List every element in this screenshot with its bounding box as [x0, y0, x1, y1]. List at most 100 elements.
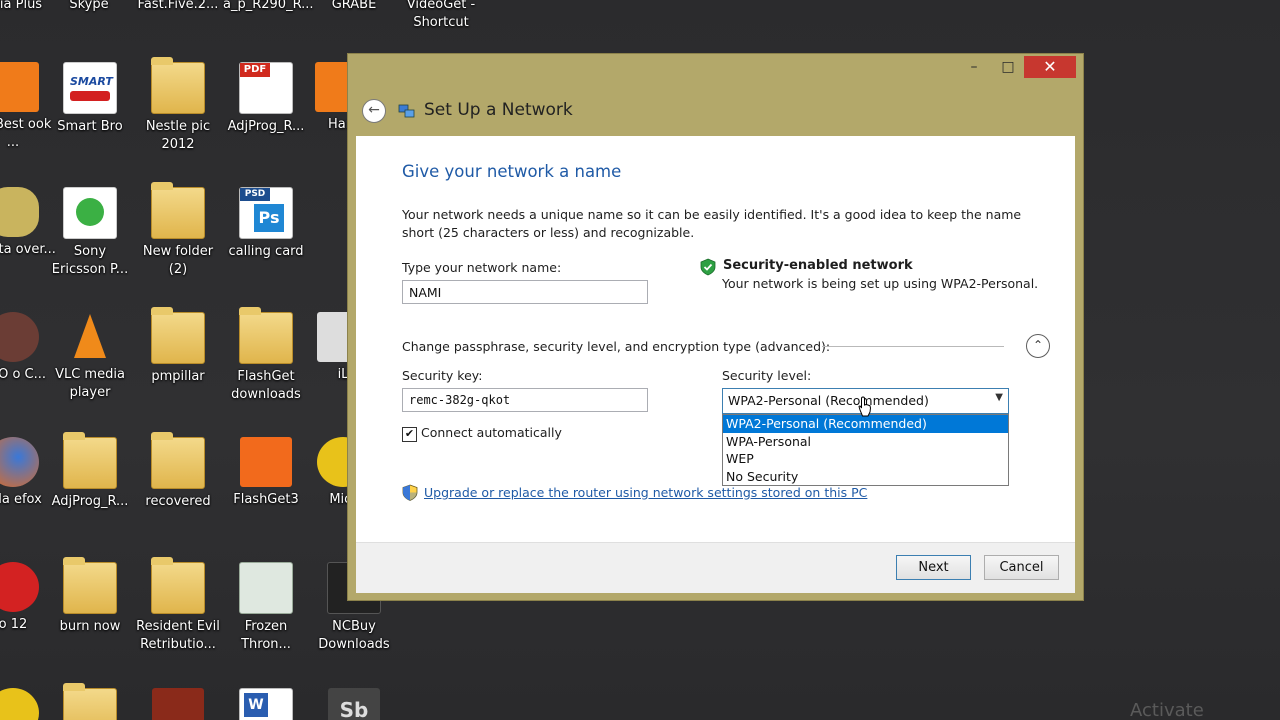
- desktop-icon-word[interactable]: W: [223, 688, 309, 720]
- vlc-icon: [64, 312, 116, 362]
- desktop-icon-label: GRABE: [331, 0, 377, 12]
- green-logo: [76, 198, 104, 226]
- desktop-icon-label: Nestle pic 2012: [145, 119, 211, 152]
- close-button[interactable]: ✕: [1024, 56, 1076, 78]
- folder-icon: [151, 557, 205, 614]
- ps-logo: Ps: [254, 204, 284, 232]
- desktop-icon-folder[interactable]: recovered: [135, 432, 221, 511]
- security-note-title: Security-enabled network: [723, 258, 913, 273]
- desktop-icon-folder[interactable]: burn now: [47, 557, 133, 636]
- desktop-icon-label: Frozen Thron...: [241, 619, 291, 652]
- desktop-icon-psd[interactable]: PSD Ps calling card: [223, 187, 309, 261]
- desktop-icon-folder[interactable]: New folder (2): [135, 182, 221, 279]
- word-logo: W: [244, 693, 268, 717]
- dialog-header: ← Set Up a Network: [356, 84, 1075, 136]
- network-name-input[interactable]: NAMI: [402, 280, 648, 304]
- desktop-icon-label: VideoGet - Shortcut: [406, 0, 476, 30]
- dialog-title: Set Up a Network: [424, 100, 573, 120]
- desktop-icon-label: recovered: [145, 494, 211, 509]
- security-level-dropdown-list: WPA2-Personal (Recommended) WPA-Personal…: [722, 414, 1009, 486]
- desktop-icon-label: NCBuy Downloads: [318, 619, 390, 652]
- desktop-icon[interactable]: Frozen Thron...: [223, 562, 309, 654]
- connect-automatically-label[interactable]: Connect automatically: [421, 425, 562, 440]
- desktop-icon-label: New folder (2): [142, 244, 214, 277]
- cancel-button[interactable]: Cancel: [984, 555, 1059, 580]
- flashget-icon: [240, 437, 292, 487]
- back-button[interactable]: ←: [362, 99, 386, 123]
- option-no-security[interactable]: No Security: [723, 468, 1008, 486]
- folder-icon: [63, 557, 117, 614]
- collapse-advanced-button[interactable]: ⌃: [1026, 334, 1050, 358]
- minimize-button[interactable]: –: [960, 56, 988, 78]
- desktop-icon[interactable]: GRABE: [311, 0, 397, 14]
- option-wep[interactable]: WEP: [723, 450, 1008, 468]
- desktop-icon-flashget[interactable]: FlashGet3: [223, 437, 309, 509]
- desktop-icon-label: Fast.Five.2...: [137, 0, 219, 12]
- setup-network-dialog: – □ ✕ ← Set Up a Network Give your netwo…: [348, 54, 1083, 600]
- advanced-label: Change passphrase, security level, and e…: [402, 339, 831, 354]
- folder-icon: [63, 683, 117, 720]
- psd-icon: PSD Ps: [239, 187, 293, 239]
- connect-automatically-checkbox[interactable]: ✔: [402, 427, 417, 442]
- security-level-selected: WPA2-Personal (Recommended): [728, 393, 929, 408]
- next-button[interactable]: Next: [896, 555, 971, 580]
- intro-text: Your network needs a unique name so it c…: [402, 207, 1022, 240]
- security-note-description: Your network is being set up using WPA2-…: [722, 276, 1039, 291]
- desktop-icon-pdf[interactable]: PDF AdjProg_R...: [223, 62, 309, 136]
- smart-bro-icon: SMART: [63, 62, 117, 114]
- desktop-icon-label: pmpillar: [151, 369, 205, 384]
- desktop-icon-folder[interactable]: AdjProg_R...: [47, 432, 133, 511]
- app-icon: [0, 312, 39, 362]
- security-shield-icon: [700, 258, 716, 276]
- desktop-icon-smart-bro[interactable]: SMART Smart Bro: [47, 62, 133, 136]
- security-level-label: Security level:: [722, 368, 812, 383]
- sony-ericsson-icon: [63, 187, 117, 239]
- option-wpa-personal[interactable]: WPA-Personal: [723, 433, 1008, 451]
- folder-icon: [151, 307, 205, 364]
- security-key-label: Security key:: [402, 368, 483, 383]
- desktop-icon[interactable]: [135, 688, 221, 720]
- psd-badge: PSD: [240, 188, 270, 201]
- desktop-icon-folder[interactable]: pmpillar: [135, 307, 221, 386]
- vlc-cone: [74, 314, 106, 358]
- security-key-input[interactable]: remc-382g-qkot: [402, 388, 648, 412]
- chevron-down-icon: ▼: [995, 392, 1003, 403]
- network-icon: [398, 104, 415, 118]
- desktop-icon-label: AdjProg_R...: [227, 119, 305, 134]
- dialog-content: Give your network a name Your network ne…: [356, 136, 1075, 542]
- network-name-label: Type your network name:: [402, 260, 562, 275]
- desktop-icon-skype[interactable]: Skype: [46, 0, 132, 14]
- desktop-icon[interactable]: Sb: [311, 688, 397, 720]
- desktop-icon-videoget[interactable]: VideoGet - Shortcut: [398, 0, 484, 32]
- desktop-icon-label: Skype: [69, 0, 109, 12]
- desktop-icon-label: Smart Bro: [57, 119, 123, 134]
- upgrade-router-link[interactable]: Upgrade or replace the router using netw…: [424, 485, 867, 500]
- desktop-icon-label: VLC media player: [55, 367, 125, 400]
- desktop-icon-label: burn now: [59, 619, 121, 634]
- smart-red-bar: [70, 91, 110, 101]
- desktop-icon-sony-ericsson[interactable]: Sony Ericsson P...: [47, 187, 133, 279]
- folder-icon: [63, 432, 117, 489]
- desktop-icon[interactable]: a_p_R290_R...: [223, 0, 314, 14]
- folder-icon: [151, 182, 205, 239]
- desktop-icon-folder[interactable]: [47, 683, 133, 720]
- shield-app-icon: [0, 187, 39, 237]
- word-icon: W: [239, 688, 293, 720]
- pdf-badge: PDF: [240, 63, 270, 77]
- desktop-icon-label: calling card: [228, 244, 304, 259]
- title-bar[interactable]: – □ ✕: [348, 54, 1083, 84]
- desktop-icon-vlc[interactable]: VLC media player: [47, 312, 133, 402]
- desktop-icon[interactable]: Fast.Five.2...: [135, 0, 221, 14]
- desktop-icon-folder[interactable]: Nestle pic 2012: [135, 57, 221, 154]
- desktop-icon-label: Resident Evil Retributio...: [136, 619, 220, 652]
- maximize-button[interactable]: □: [994, 56, 1022, 78]
- desktop-icon-folder[interactable]: FlashGet downloads: [223, 307, 309, 404]
- smart-logo-text: SMART: [70, 75, 113, 88]
- desktop-icon-label: Sony Ericsson P...: [51, 244, 129, 277]
- pdf-icon: PDF: [239, 62, 293, 114]
- dialog-footer: Next Cancel: [356, 542, 1075, 593]
- advanced-divider: [822, 346, 1004, 347]
- desktop-icon-folder[interactable]: Resident Evil Retributio...: [135, 557, 221, 654]
- mouse-cursor-icon: [858, 396, 872, 417]
- app-icon: [0, 562, 39, 612]
